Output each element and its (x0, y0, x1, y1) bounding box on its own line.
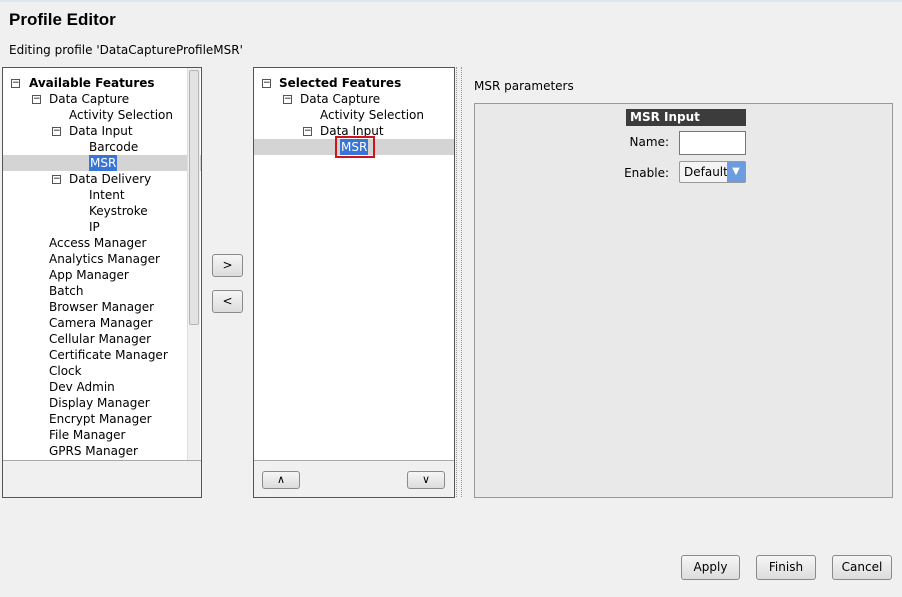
tree-item[interactable]: Activity Selection (254, 107, 454, 123)
apply-button[interactable]: Apply (681, 555, 740, 580)
tree-item-label: Activity Selection (69, 108, 173, 122)
tree-item-label: Barcode (89, 140, 139, 154)
tree-item[interactable]: Certificate Manager (3, 347, 201, 363)
tree-item-label: Encrypt Manager (49, 412, 152, 426)
tree-item-label: Data Input (69, 124, 133, 138)
enable-value: Default (684, 165, 728, 179)
move-down-button[interactable]: ∨ (407, 471, 445, 489)
tree-item-label: Analytics Manager (49, 252, 160, 266)
tree-item-label: GPRS Manager (49, 444, 138, 458)
enable-label: Enable: (624, 166, 669, 180)
tree-item[interactable]: MSR (254, 136, 454, 158)
tree-item[interactable]: Clock (3, 363, 201, 379)
tree-item-label: File Manager (49, 428, 126, 442)
page-subtitle: Editing profile 'DataCaptureProfileMSR' (9, 43, 243, 57)
tree-item[interactable]: Batch (3, 283, 201, 299)
tree-item-label: Access Manager (49, 236, 147, 250)
tree-item-label: Browser Manager (49, 300, 155, 314)
tree-root-selected[interactable]: − Selected Features (254, 75, 454, 91)
selected-panel-footer: ∧ ∨ (254, 460, 454, 497)
tree-item-label: Data Capture (300, 92, 381, 106)
tree-item[interactable]: IP (3, 219, 201, 235)
tree-item-label: MSR (89, 155, 118, 171)
tree-item[interactable]: Dev Admin (3, 379, 201, 395)
collapse-icon[interactable]: − (32, 95, 41, 104)
tree-item-label: Certificate Manager (49, 348, 168, 362)
tree-item[interactable]: Intent (3, 187, 201, 203)
tree-item-label: Intent (89, 188, 125, 202)
tree-item-label: App Manager (49, 268, 129, 282)
tree-item[interactable]: Access Manager (3, 235, 201, 251)
selected-features-panel: − Selected Features − Data Capture Activit… (253, 67, 455, 498)
available-panel-footer (3, 460, 201, 497)
name-label: Name: (629, 135, 669, 149)
tree-item-label: Keystroke (89, 204, 148, 218)
enable-dropdown[interactable]: Default ▼ (679, 161, 746, 183)
tree-item[interactable]: − Data Delivery (3, 171, 201, 187)
params-section-label: MSR parameters (474, 79, 574, 93)
available-features-tree[interactable]: − Available Features − Data Capture Activi… (3, 68, 201, 460)
panel-splitter[interactable] (456, 67, 462, 497)
collapse-icon[interactable]: − (303, 127, 312, 136)
tree-item[interactable]: GPRS Manager (3, 443, 201, 459)
tree-item[interactable]: − Data Capture (254, 91, 454, 107)
tree-item-label: Clock (49, 364, 82, 378)
tree-root-label: Available Features (29, 76, 155, 90)
available-features-panel: − Available Features − Data Capture Activi… (2, 67, 202, 498)
tree-item[interactable]: − Data Input (3, 123, 201, 139)
msr-input-header: MSR Input (626, 109, 746, 126)
tree-item-label: Activity Selection (320, 108, 424, 122)
tree-item[interactable]: Keystroke (3, 203, 201, 219)
msr-params-box: MSR Input Name: Enable: Default ▼ (474, 103, 893, 498)
move-up-button[interactable]: ∧ (262, 471, 300, 489)
collapse-icon[interactable]: − (283, 95, 292, 104)
tree-item-label: IP (89, 220, 100, 234)
collapse-icon[interactable]: − (11, 79, 20, 88)
selected-features-tree[interactable]: − Selected Features − Data Capture Activit… (254, 68, 454, 460)
remove-feature-button[interactable]: < (212, 290, 243, 313)
finish-button[interactable]: Finish (756, 555, 816, 580)
page-title: Profile Editor (9, 10, 116, 29)
tree-item[interactable]: Activity Selection (3, 107, 201, 123)
tree-item[interactable]: − Data Capture (3, 91, 201, 107)
tree-item[interactable]: Analytics Manager (3, 251, 201, 267)
tree-item[interactable]: Encrypt Manager (3, 411, 201, 427)
tree-item-label: Data Capture (49, 92, 130, 106)
highlight-box (335, 136, 375, 158)
tree-item[interactable]: Display Manager (3, 395, 201, 411)
cancel-button[interactable]: Cancel (832, 555, 892, 580)
collapse-icon[interactable]: − (262, 79, 271, 88)
tree-item[interactable]: App Manager (3, 267, 201, 283)
tree-item-label: Cellular Manager (49, 332, 152, 346)
tree-root-label: Selected Features (279, 76, 402, 90)
tree-item[interactable]: File Manager (3, 427, 201, 443)
collapse-icon[interactable]: − (52, 127, 61, 136)
tree-item[interactable]: MSR (3, 155, 201, 171)
tree-item[interactable]: Barcode (3, 139, 201, 155)
tree-item-label: Camera Manager (49, 316, 153, 330)
tree-item-label: Display Manager (49, 396, 150, 410)
tree-item-label: Dev Admin (49, 380, 115, 394)
scrollbar-thumb[interactable] (189, 70, 199, 325)
tree-root-available[interactable]: − Available Features (3, 75, 201, 91)
add-feature-button[interactable]: > (212, 254, 243, 277)
collapse-icon[interactable]: − (52, 175, 61, 184)
tree-item-label: Data Delivery (69, 172, 152, 186)
name-input[interactable] (679, 131, 746, 155)
window-top-border (0, 0, 902, 2)
available-scrollbar[interactable] (187, 68, 200, 460)
tree-item[interactable]: Camera Manager (3, 315, 201, 331)
chevron-down-icon[interactable]: ▼ (727, 162, 745, 182)
tree-item-label: Batch (49, 284, 84, 298)
tree-item[interactable]: Cellular Manager (3, 331, 201, 347)
tree-item[interactable]: Browser Manager (3, 299, 201, 315)
